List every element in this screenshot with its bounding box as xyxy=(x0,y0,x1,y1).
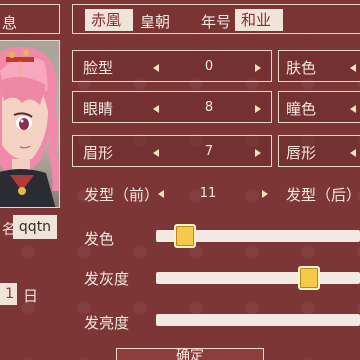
brow-shape-row: 眉形 7 xyxy=(72,135,272,167)
hair-back-label: 发型（后） xyxy=(286,186,360,204)
day-field[interactable]: 1 xyxy=(0,283,17,305)
hair-gray-slider-thumb[interactable] xyxy=(298,266,320,290)
lip-shape-row: 唇形 xyxy=(278,135,360,167)
skin-color-prev-button[interactable] xyxy=(350,64,356,72)
eyes-value: 8 xyxy=(204,100,214,115)
brow-shape-prev-button[interactable] xyxy=(153,149,159,157)
hair-front-next-button[interactable] xyxy=(262,190,268,198)
skin-color-label: 肤色 xyxy=(286,59,317,77)
day-unit-label: 日 xyxy=(23,287,39,305)
eyes-prev-button[interactable] xyxy=(153,105,159,113)
hair-brightness-label: 发亮度 xyxy=(84,314,130,332)
eyes-next-button[interactable] xyxy=(255,105,261,113)
dynasty-field[interactable]: 赤凰 xyxy=(85,9,133,31)
lip-shape-label: 唇形 xyxy=(286,144,317,162)
hair-color-slider-thumb[interactable] xyxy=(174,224,196,248)
era-field[interactable]: 和业 xyxy=(235,9,283,31)
hair-front-prev-button[interactable] xyxy=(158,190,164,198)
pupil-color-prev-button[interactable] xyxy=(350,105,356,113)
hair-brightness-slider[interactable] xyxy=(156,314,360,326)
brow-shape-next-button[interactable] xyxy=(255,149,261,157)
skin-color-row: 肤色 xyxy=(278,50,360,82)
face-shape-value: 0 xyxy=(204,59,214,74)
hair-color-slider[interactable] xyxy=(156,224,360,248)
lip-shape-prev-button[interactable] xyxy=(350,149,356,157)
pupil-color-label: 瞳色 xyxy=(286,100,317,118)
portrait-image xyxy=(0,46,59,207)
character-panel: 息 名 qqtn 1 日 xyxy=(0,0,68,360)
hair-gray-label: 发灰度 xyxy=(84,270,130,288)
dynasty-label: 皇朝 xyxy=(140,13,171,31)
face-shape-prev-button[interactable] xyxy=(153,64,159,72)
face-shape-label: 脸型 xyxy=(83,59,114,77)
character-name-row: 名 qqtn xyxy=(0,215,68,241)
confirm-label: 确定 xyxy=(176,348,204,360)
info-tab-label: 息 xyxy=(2,14,18,32)
pupil-color-row: 瞳色 xyxy=(278,91,360,123)
info-tab[interactable]: 息 xyxy=(0,4,60,34)
confirm-button[interactable]: 确定 xyxy=(116,348,264,360)
hair-gray-slider[interactable] xyxy=(156,266,360,290)
hair-color-label: 发色 xyxy=(84,230,115,248)
eyes-row: 眼睛 8 xyxy=(72,91,272,123)
character-portrait xyxy=(0,40,60,208)
hair-front-label: 发型（前） xyxy=(84,186,160,204)
brow-shape-label: 眉形 xyxy=(83,144,114,162)
eyes-label: 眼睛 xyxy=(83,100,114,118)
hair-front-value: 11 xyxy=(199,186,217,201)
era-label: 年号 xyxy=(201,13,232,31)
character-name-field[interactable]: qqtn xyxy=(13,215,57,239)
era-info-bar: 赤凰 皇朝 年号 和业 xyxy=(72,4,360,34)
brow-shape-value: 7 xyxy=(204,144,214,159)
face-shape-next-button[interactable] xyxy=(255,64,261,72)
birth-date-row: 1 日 xyxy=(0,282,68,308)
face-shape-row: 脸型 0 xyxy=(72,50,272,82)
